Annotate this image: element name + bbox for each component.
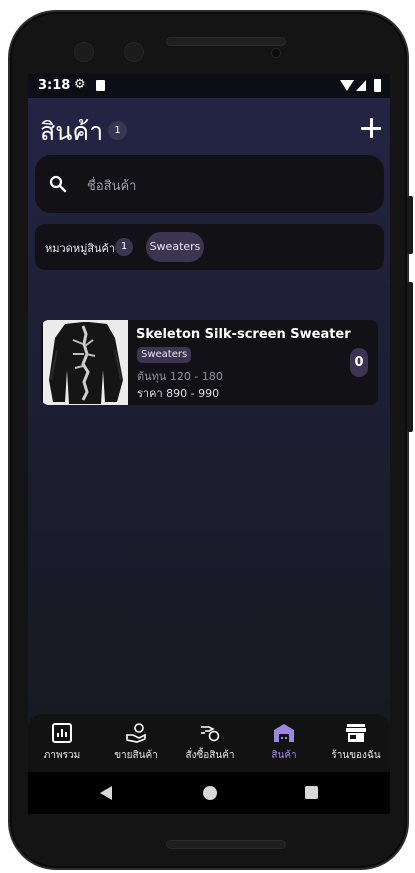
- proximity-sensor: [271, 48, 281, 58]
- search-placeholder: ชื่อสินค้า: [87, 179, 137, 194]
- category-count-badge: 1: [115, 238, 133, 256]
- back-icon[interactable]: [100, 786, 112, 800]
- search-icon: [49, 175, 67, 193]
- search-input[interactable]: ชื่อสินค้า: [35, 155, 384, 213]
- power-button: [407, 196, 413, 254]
- add-product-button[interactable]: [359, 116, 383, 140]
- sd-card-icon: [96, 80, 105, 91]
- nav-item-overview[interactable]: ภาพรวม: [28, 714, 96, 772]
- store-icon: [346, 724, 366, 742]
- product-name: Skeleton Silk-screen Sweater: [136, 327, 351, 342]
- product-category-tag: Sweaters: [137, 347, 192, 363]
- home-icon[interactable]: [203, 786, 217, 800]
- product-cost: ต้นทุน 120 - 180: [137, 370, 223, 383]
- warehouse-icon: [274, 724, 294, 742]
- signal-icon: [356, 80, 366, 91]
- battery-icon: [374, 79, 381, 92]
- status-bar: 3:18 ⚙: [28, 74, 390, 98]
- status-time: 3:18: [38, 78, 71, 93]
- purchase-hand-icon: [201, 726, 220, 742]
- app-screen: 3:18 ⚙ สินค้า 1 ชื่อสินค้า หมวดหมู่สินค้…: [28, 74, 390, 814]
- nav-item-purchase[interactable]: สั่งซื้อสินค้า: [174, 714, 246, 772]
- nav-label-sell: ขายสินค้า: [114, 750, 158, 761]
- front-sensor: [74, 42, 94, 62]
- nav-item-my-store[interactable]: ร้านของฉัน: [322, 714, 390, 772]
- page-title: สินค้า: [40, 117, 104, 146]
- chart-icon: [52, 723, 72, 743]
- system-navigation-bar: [28, 772, 390, 814]
- nav-item-sell[interactable]: ขายสินค้า: [100, 714, 172, 772]
- earpiece-speaker: [166, 37, 286, 46]
- nav-item-products[interactable]: สินค้า: [250, 714, 318, 772]
- nav-label-my-store: ร้านของฉัน: [331, 750, 381, 761]
- volume-button: [407, 282, 413, 432]
- product-price: ราคา 890 - 990: [137, 387, 220, 400]
- product-card[interactable]: Skeleton Silk-screen Sweater Sweaters ต้…: [41, 320, 378, 405]
- category-chip-sweaters[interactable]: Sweaters: [146, 232, 204, 262]
- gear-icon: ⚙: [74, 77, 86, 92]
- bottom-navigation: ภาพรวม ขายสินค้า สั่งซื้อสินค้า สินค้า ร…: [28, 714, 390, 772]
- category-filter-label[interactable]: หมวดหมู่สินค้า: [45, 239, 115, 257]
- front-camera: [124, 42, 144, 62]
- category-filter-bar: หมวดหมู่สินค้า 1 Sweaters: [35, 224, 384, 270]
- nav-label-overview: ภาพรวม: [43, 750, 81, 761]
- stock-count-badge: 0: [350, 348, 368, 377]
- sell-hand-icon: [126, 723, 146, 743]
- product-count-badge: 1: [108, 121, 127, 140]
- bottom-speaker: [166, 840, 286, 849]
- wifi-icon: [340, 80, 354, 91]
- product-thumbnail: [43, 320, 128, 405]
- recents-icon[interactable]: [305, 786, 318, 799]
- nav-label-products: สินค้า: [271, 750, 297, 761]
- nav-label-purchase: สั่งซื้อสินค้า: [185, 750, 235, 761]
